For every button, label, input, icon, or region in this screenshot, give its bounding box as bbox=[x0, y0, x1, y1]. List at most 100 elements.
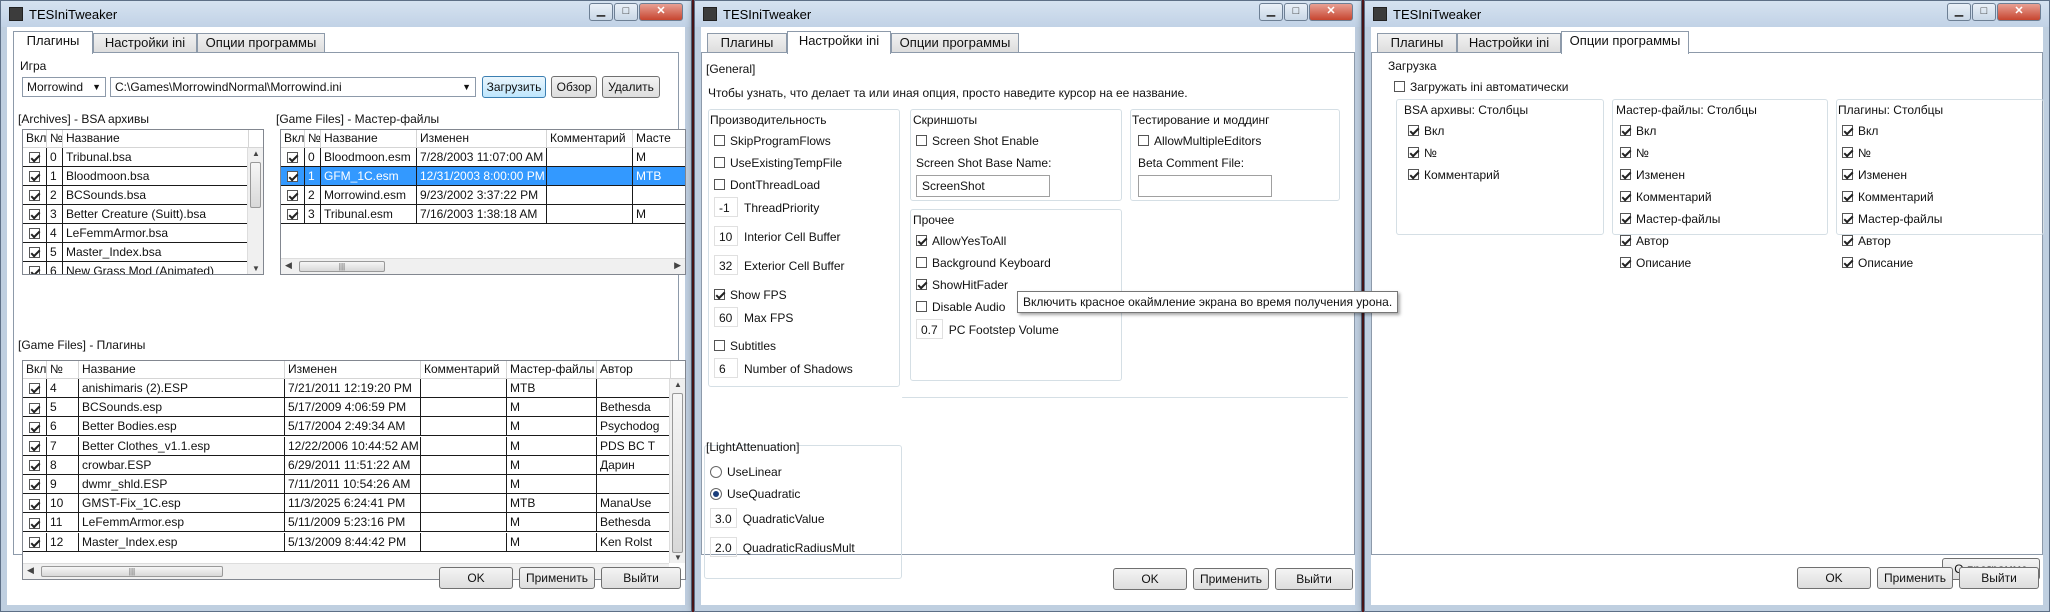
apply-button[interactable]: Применить bbox=[1877, 567, 1953, 589]
column-option-checkbox[interactable]: Комментарий bbox=[1842, 190, 1934, 204]
enabled-cell[interactable] bbox=[23, 205, 47, 223]
show-fps-checkbox[interactable]: Show FPS bbox=[714, 288, 787, 302]
table-row[interactable]: 6 Better Bodies.esp 5/17/2004 2:49:34 AM M P… bbox=[23, 417, 685, 437]
checkbox-box[interactable] bbox=[1408, 147, 1419, 159]
checkbox-box[interactable] bbox=[714, 179, 725, 191]
checkbox-box[interactable] bbox=[1842, 235, 1853, 247]
checkbox-box[interactable] bbox=[714, 289, 725, 301]
column-option-checkbox[interactable]: Вкл bbox=[1620, 124, 1656, 138]
dont-thread-load-checkbox[interactable]: DontThreadLoad bbox=[714, 178, 820, 192]
enabled-cell[interactable] bbox=[281, 167, 305, 185]
column-header[interactable]: Автор bbox=[597, 361, 671, 379]
screenshot-enable-checkbox[interactable]: Screen Shot Enable bbox=[916, 134, 1039, 148]
table-row[interactable]: 11 LeFemmArmor.esp 5/11/2009 5:23:16 PM M Be… bbox=[23, 513, 685, 533]
checkbox-box[interactable] bbox=[1620, 257, 1631, 269]
tab-program-options[interactable]: Опции программы bbox=[891, 33, 1019, 53]
checkbox-box[interactable] bbox=[1842, 125, 1853, 137]
checkbox-box[interactable] bbox=[1620, 213, 1631, 225]
checkbox-box[interactable] bbox=[916, 279, 927, 291]
title-bar[interactable]: TESIniTweaker ▁ □ ✕ bbox=[1, 1, 691, 27]
checkbox-box[interactable] bbox=[714, 135, 725, 147]
checkbox-box[interactable] bbox=[1138, 135, 1149, 147]
table-row[interactable]: 4 LeFemmArmor.bsa bbox=[23, 224, 263, 243]
enabled-cell[interactable] bbox=[281, 186, 305, 204]
column-option-checkbox[interactable]: Автор bbox=[1620, 234, 1669, 248]
maximize-button[interactable]: □ bbox=[1284, 3, 1308, 21]
allow-multiple-editors-checkbox[interactable]: AllowMultipleEditors bbox=[1138, 134, 1261, 148]
checkbox-box[interactable] bbox=[916, 235, 927, 247]
checkbox-box[interactable] bbox=[1408, 125, 1419, 137]
ini-path-select[interactable]: C:\Games\MorrowindNormal\Morrowind.ini ▼ bbox=[110, 77, 476, 97]
browse-button[interactable]: Обзор bbox=[551, 76, 597, 98]
column-header[interactable]: № bbox=[305, 130, 321, 148]
maximize-button[interactable]: □ bbox=[1972, 3, 1996, 21]
checkbox-box[interactable] bbox=[916, 135, 927, 147]
game-select[interactable]: Morrowind ▼ bbox=[22, 77, 106, 97]
row-checkbox[interactable] bbox=[29, 421, 40, 433]
tab-ini-settings[interactable]: Настройки ini bbox=[93, 33, 197, 53]
minimize-button[interactable]: ▁ bbox=[1947, 3, 1971, 21]
table-row[interactable]: 0 Bloodmoon.esm 7/28/2003 11:07:00 AM M bbox=[281, 148, 685, 167]
enabled-cell[interactable] bbox=[23, 513, 47, 532]
column-option-checkbox[interactable]: Мастер-файлы bbox=[1620, 212, 1720, 226]
column-header[interactable]: № bbox=[47, 130, 63, 148]
column-option-checkbox[interactable]: Изменен bbox=[1620, 168, 1685, 182]
exit-button[interactable]: Выйти bbox=[1959, 567, 2039, 589]
use-existing-temp-file-checkbox[interactable]: UseExistingTempFile bbox=[714, 156, 842, 170]
column-option-checkbox[interactable]: Мастер-файлы bbox=[1842, 212, 1942, 226]
checkbox-box[interactable] bbox=[1842, 147, 1853, 159]
column-option-checkbox[interactable]: № bbox=[1842, 146, 1871, 160]
row-checkbox[interactable] bbox=[29, 209, 40, 221]
row-checkbox[interactable] bbox=[29, 247, 40, 259]
column-header[interactable]: Название bbox=[79, 361, 285, 379]
column-option-checkbox[interactable]: Описание bbox=[1620, 256, 1691, 270]
enabled-cell[interactable] bbox=[281, 148, 305, 166]
interior-cell-buffer-field[interactable]: 10 Interior Cell Buffer bbox=[714, 226, 841, 247]
title-bar[interactable]: TESIniTweaker ▁ □ ✕ bbox=[695, 1, 1361, 27]
checkbox-box[interactable] bbox=[1842, 257, 1853, 269]
beta-comment-file-input[interactable] bbox=[1138, 175, 1272, 197]
enabled-cell[interactable] bbox=[23, 186, 47, 204]
row-checkbox[interactable] bbox=[29, 228, 40, 240]
max-fps-field[interactable]: 60 Max FPS bbox=[714, 307, 793, 328]
row-checkbox[interactable] bbox=[29, 517, 40, 529]
column-header[interactable]: Изменен bbox=[285, 361, 421, 379]
column-header[interactable]: Изменен bbox=[417, 130, 547, 148]
row-checkbox[interactable] bbox=[29, 536, 40, 548]
row-checkbox[interactable] bbox=[29, 383, 40, 395]
enabled-cell[interactable] bbox=[23, 379, 47, 397]
exit-button[interactable]: Выйти bbox=[1275, 568, 1353, 590]
enabled-cell[interactable] bbox=[23, 398, 47, 417]
table-row[interactable]: 3 Tribunal.esm 7/16/2003 1:38:18 AM M bbox=[281, 205, 685, 224]
table-row[interactable]: 0 Tribunal.bsa bbox=[23, 148, 263, 167]
row-checkbox[interactable] bbox=[29, 402, 40, 414]
column-header[interactable]: № bbox=[47, 361, 79, 379]
allow-yes-to-all-checkbox[interactable]: AllowYesToAll bbox=[916, 234, 1006, 248]
checkbox-box[interactable] bbox=[1620, 235, 1631, 247]
table-row[interactable]: 1 Bloodmoon.bsa bbox=[23, 167, 263, 186]
column-option-checkbox[interactable]: Описание bbox=[1842, 256, 1913, 270]
ok-button[interactable]: OK bbox=[1797, 567, 1871, 589]
enabled-cell[interactable] bbox=[23, 148, 47, 166]
column-option-checkbox[interactable]: Автор bbox=[1842, 234, 1891, 248]
tab-plugins[interactable]: Плагины bbox=[13, 31, 93, 54]
horizontal-scrollbar[interactable]: ◀|||▶ bbox=[281, 258, 685, 274]
table-row[interactable]: 1 GFM_1C.esm 12/31/2003 8:00:00 PM MTB bbox=[281, 167, 685, 186]
enabled-cell[interactable] bbox=[23, 436, 47, 455]
row-checkbox[interactable] bbox=[29, 190, 40, 202]
radio-button[interactable] bbox=[710, 465, 722, 478]
column-header[interactable]: Вкл bbox=[23, 130, 47, 148]
column-header[interactable]: Вкл bbox=[281, 130, 305, 148]
tab-plugins[interactable]: Плагины bbox=[707, 33, 787, 53]
checkbox-box[interactable] bbox=[1842, 169, 1853, 181]
close-button[interactable]: ✕ bbox=[1309, 3, 1353, 21]
checkbox-box[interactable] bbox=[714, 340, 725, 352]
pc-footstep-volume-field[interactable]: 0.7 PC Footstep Volume bbox=[916, 319, 1059, 340]
number-of-shadows-field[interactable]: 6 Number of Shadows bbox=[714, 358, 853, 379]
apply-button[interactable]: Применить bbox=[1193, 568, 1269, 590]
row-checkbox[interactable] bbox=[29, 440, 40, 452]
row-checkbox[interactable] bbox=[29, 460, 40, 472]
checkbox-box[interactable] bbox=[1842, 191, 1853, 203]
column-option-checkbox[interactable]: Вкл bbox=[1842, 124, 1878, 138]
title-bar[interactable]: TESIniTweaker ▁ □ ✕ bbox=[1365, 1, 2049, 27]
